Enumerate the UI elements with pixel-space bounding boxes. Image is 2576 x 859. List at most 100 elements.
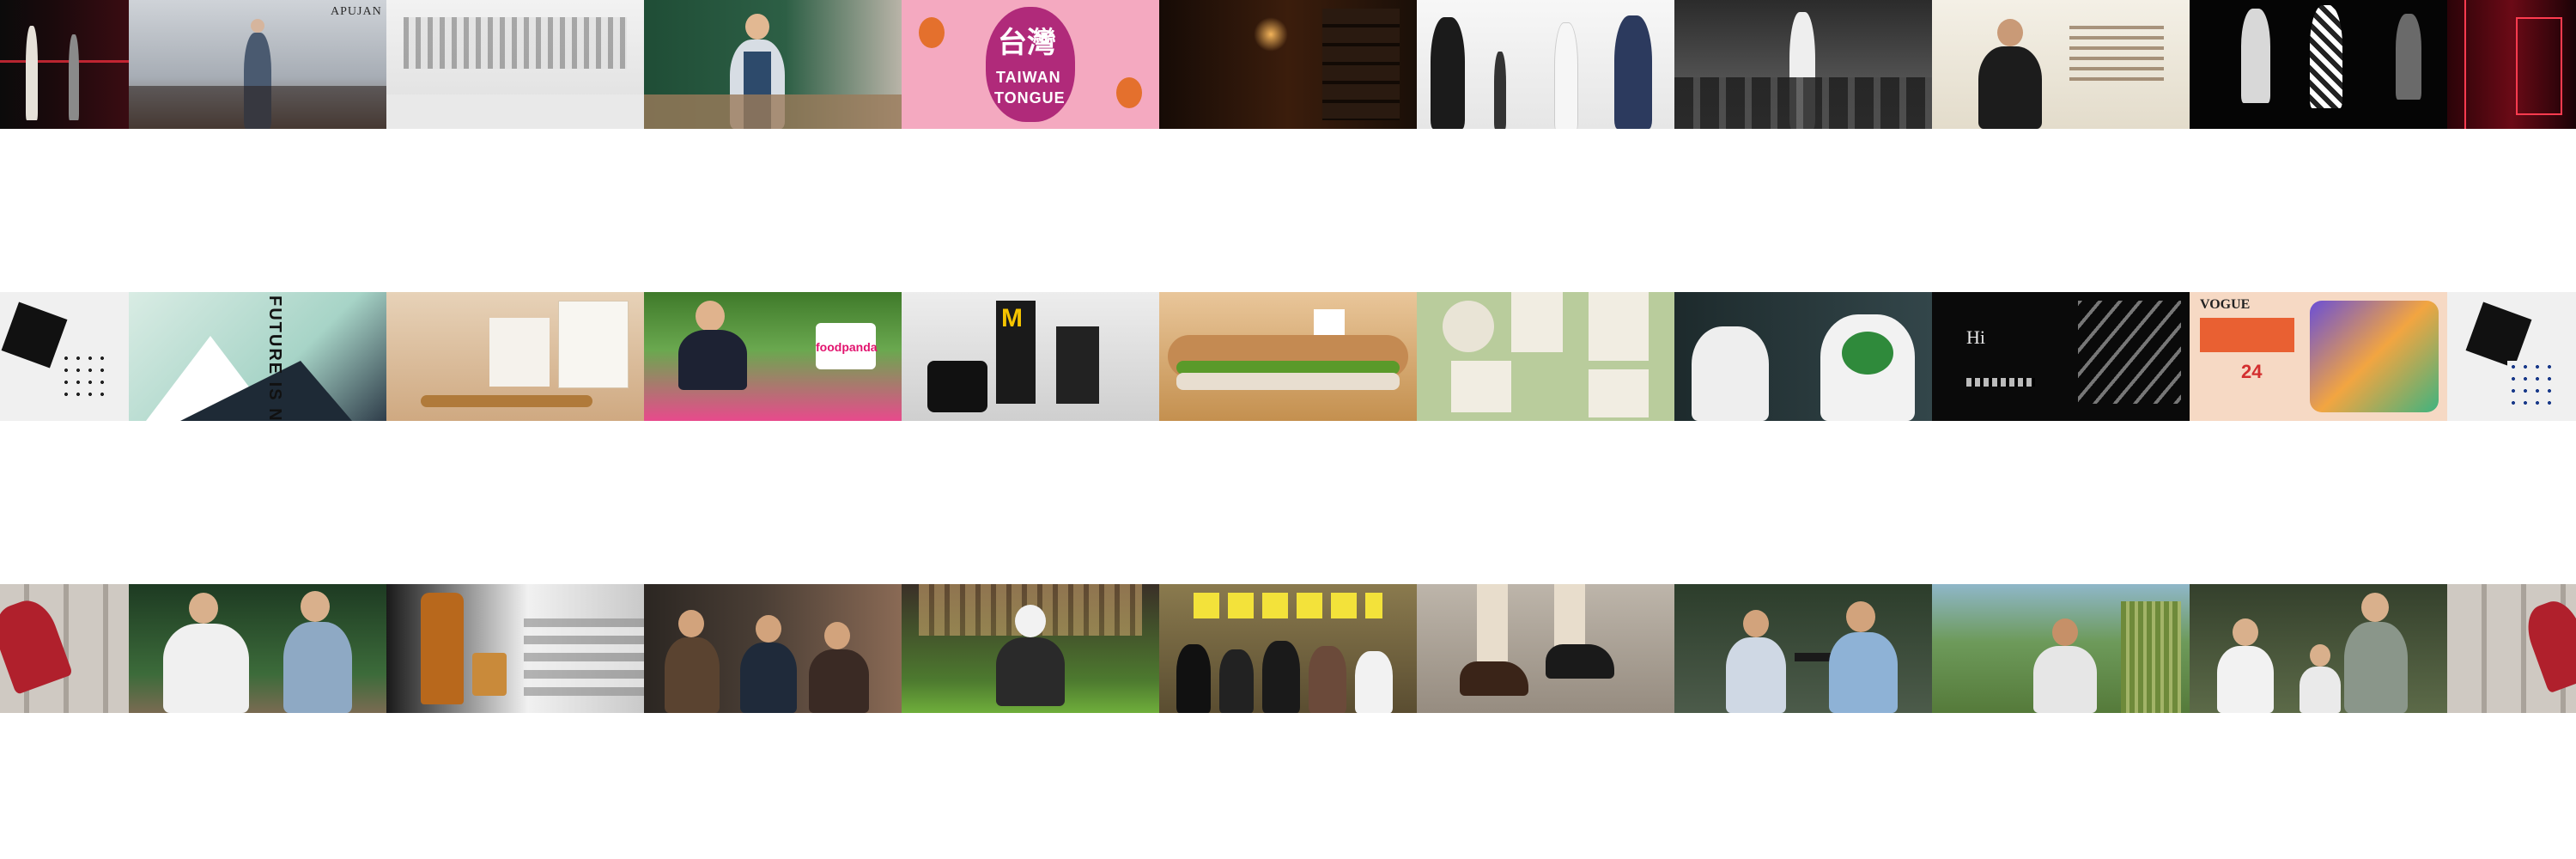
title-block (2200, 318, 2294, 352)
person-body (678, 330, 747, 390)
meat (1176, 373, 1400, 390)
band-member (1176, 644, 1211, 713)
gallery-tile-gift[interactable] (386, 292, 644, 421)
gallery-tile-foodpanda[interactable]: foodpanda (644, 292, 902, 421)
model-figure (26, 26, 38, 120)
vogue-logo: VOGUE (2200, 297, 2251, 312)
shoe (1546, 644, 1614, 679)
gallery-tile-runway-audience[interactable] (1674, 0, 1932, 129)
gallery-tile-garden-duo[interactable] (129, 584, 386, 713)
laser-frame (2516, 17, 2562, 115)
poster-title-line2: TONGUE (994, 89, 1066, 107)
gallery-tile-prints-edge[interactable] (2447, 292, 2576, 421)
person-head (189, 593, 218, 624)
background-blinds (524, 618, 644, 696)
gallery-tile-prints[interactable] (0, 292, 129, 421)
gallery-tile-showroom[interactable] (386, 0, 644, 129)
gallery-tile-cinema-edge[interactable] (2447, 584, 2576, 713)
gallery-tile-speaker[interactable] (1932, 0, 2190, 129)
bowl (1443, 301, 1494, 352)
paper-slats (2078, 301, 2181, 404)
person-body (163, 624, 249, 713)
gallery-tile-bar[interactable] (1159, 0, 1417, 129)
text-line (1966, 378, 2035, 387)
person-body (283, 622, 352, 713)
lamp-glow (1254, 17, 1288, 52)
glass (472, 653, 507, 696)
model-figure (1554, 22, 1578, 129)
gallery-track-2: FUTURE IS NOW foodpanda M Hi VOGUE 24 (0, 292, 2576, 421)
date-number: 24 (2241, 361, 2263, 382)
meal-box (927, 361, 987, 412)
pastry-row (421, 395, 592, 407)
person-body (2033, 646, 2097, 713)
gallery-tile-runway-white[interactable] (1417, 0, 1674, 129)
person-head (2361, 593, 2389, 622)
flag-tag (1314, 309, 1345, 335)
gallery-tile-cinema[interactable] (0, 584, 129, 713)
gallery-tile-calligraphy[interactable]: Hi (1932, 292, 2190, 421)
banner-text-block (2069, 26, 2164, 86)
gallery-tile-future[interactable]: FUTURE IS NOW (129, 292, 386, 421)
poster-title-line1: TAIWAN (996, 69, 1061, 86)
print-card (60, 352, 112, 404)
popsicle-icon (1116, 77, 1142, 108)
person-back (1692, 326, 1769, 421)
counter (644, 94, 902, 129)
model-head (251, 19, 264, 33)
gallery-track-3 (0, 584, 2576, 713)
model-figure (69, 34, 79, 120)
yellow-title-banner (1194, 593, 1382, 618)
gallery-tile-shoe[interactable] (1417, 584, 1674, 713)
model-figure (1614, 15, 1652, 129)
band-member (1355, 651, 1393, 713)
package (1589, 292, 1649, 361)
gallery-tile-bento[interactable] (1417, 292, 1674, 421)
gallery-tile-cafe-trio[interactable] (644, 584, 902, 713)
model-figure (1494, 52, 1506, 129)
band-member (1219, 649, 1254, 713)
foodpanda-label: foodpanda (816, 340, 878, 354)
gallery-tile-band[interactable] (1159, 584, 1417, 713)
gallery-tile-family[interactable] (2190, 584, 2447, 713)
gallery-tile-vogue[interactable]: VOGUE 24 (2190, 292, 2447, 421)
person-head (756, 615, 781, 643)
person-head (1743, 610, 1769, 637)
band-member (1262, 641, 1300, 713)
gallery-tile-chef[interactable] (644, 0, 902, 129)
person-body (1829, 632, 1898, 713)
gallery-tile-taiwan-tongue[interactable]: 台灣 TAIWAN TONGUE (902, 0, 1159, 129)
gallery-track-1: APUJAN 台灣 TAIWAN TONGUE (0, 0, 2576, 129)
person-body (996, 637, 1065, 706)
corn-stalks (2121, 601, 2181, 713)
gallery-tile-runway-model[interactable]: APUJAN (129, 0, 386, 129)
gallery-strip-2: FUTURE IS NOW foodpanda M Hi VOGUE 24 (0, 292, 2576, 421)
illustration (2310, 301, 2439, 412)
gift-box (489, 318, 550, 387)
gallery-strip-3 (0, 584, 2576, 713)
child-head (2310, 644, 2330, 667)
shelf (1322, 9, 1400, 120)
gallery-tile-field[interactable] (1932, 584, 2190, 713)
poster-cjk-title: 台灣 (998, 27, 1056, 59)
gallery-tile-patio[interactable] (1674, 584, 1932, 713)
gallery-tile-tshirt[interactable] (1674, 292, 1932, 421)
speaker-suit (1978, 46, 2042, 129)
print-card (1, 302, 68, 369)
mannequin (2396, 14, 2421, 100)
gallery-tile-mcdonalds[interactable]: M (902, 292, 1159, 421)
gallery-tile-red-room[interactable] (2447, 0, 2576, 129)
print-card (2507, 361, 2559, 412)
floor (386, 94, 644, 129)
gallery-tile-whisky[interactable] (386, 584, 644, 713)
person-head (301, 591, 330, 622)
gallery-tile-gamer[interactable] (902, 584, 1159, 713)
mannequin (2241, 9, 2270, 103)
person-head (696, 301, 725, 332)
laser-line (0, 60, 129, 63)
popsicle-icon (919, 17, 945, 48)
gallery-tile-runway-red[interactable] (0, 0, 129, 129)
package (1451, 361, 1511, 412)
gallery-tile-mannequins[interactable] (2190, 0, 2447, 129)
gallery-tile-sandwich[interactable] (1159, 292, 1417, 421)
